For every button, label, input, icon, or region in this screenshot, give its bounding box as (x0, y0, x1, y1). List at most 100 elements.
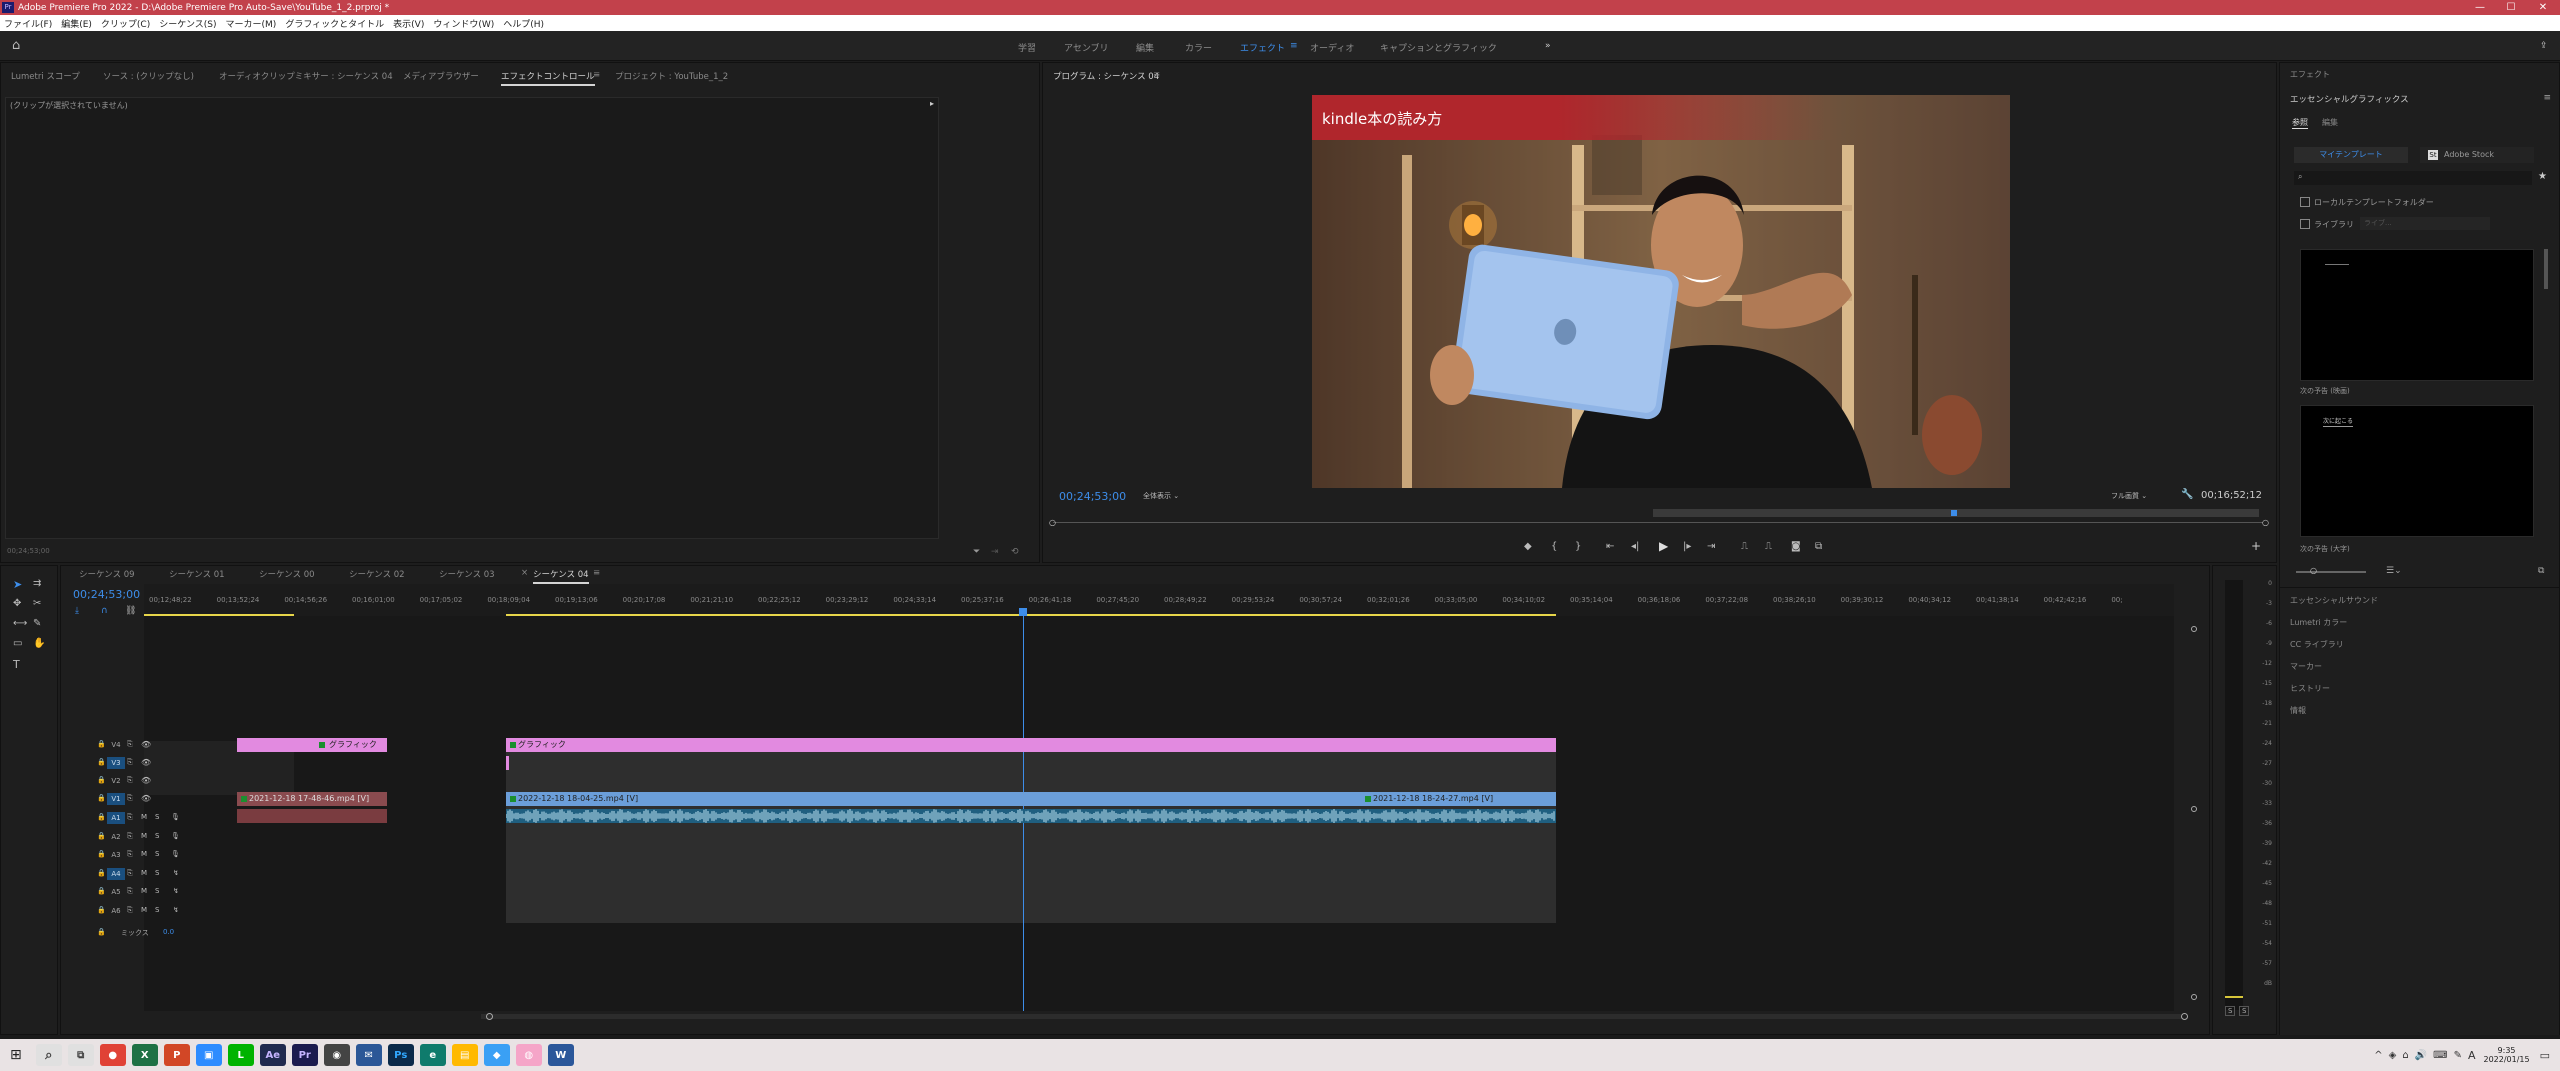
track-eye-icon[interactable]: 👁 (141, 794, 151, 803)
adobe-stock-button[interactable]: St Adobe Stock (2420, 147, 2534, 163)
snap-icon[interactable]: ∩ (101, 606, 108, 616)
play-button[interactable]: ▶ (1659, 539, 1668, 553)
linked-selection-icon[interactable]: ⛓ (125, 606, 136, 616)
tab-audio-clip-mixer[interactable]: オーディオクリップミキサー : シーケンス 04 (219, 70, 393, 82)
step-back-icon[interactable]: ◂| (1631, 541, 1639, 552)
quality-dropdown[interactable]: フル画質 ⌄ (2111, 491, 2171, 503)
track-lock-icon[interactable]: 🔒 (97, 794, 106, 802)
ripple-edit-tool-icon[interactable]: ✥ (13, 598, 21, 609)
tab-seq-09[interactable]: シーケンス 09 (79, 568, 135, 580)
program-zoom-marker[interactable] (1951, 510, 1957, 516)
track-voiceover-icon[interactable]: 🎙 (171, 813, 180, 821)
photoshop-icon[interactable]: Ps (387, 1044, 414, 1066)
workspace-effects[interactable]: エフェクト (1240, 41, 1285, 54)
track-target-a2[interactable]: A2 (107, 831, 125, 843)
tab-seq-00[interactable]: シーケンス 00 (259, 568, 315, 580)
camera-icon[interactable]: ◙ (1791, 541, 1801, 552)
mail-icon[interactable]: ✉ (355, 1044, 382, 1066)
razor-tool-icon[interactable]: ✂ (33, 598, 41, 609)
template-thumb-2[interactable]: 次に起こる (2300, 405, 2534, 537)
sync-lock-icon[interactable]: ⎘ (127, 740, 133, 749)
panel-markers[interactable]: マーカー (2290, 661, 2322, 672)
program-scrub-line[interactable] (1053, 522, 2263, 523)
panel-menu-icon[interactable]: ≡ (593, 70, 600, 80)
panel-lumetri-color[interactable]: Lumetri カラー (2290, 617, 2347, 628)
tab-project[interactable]: プロジェクト : YouTube_1_2 (615, 70, 728, 82)
clip-graphic-v4-b[interactable]: グラフィック (506, 738, 1556, 752)
explorer-icon[interactable]: ▤ (451, 1044, 478, 1066)
track-target-v1[interactable]: V1 (107, 793, 125, 805)
clip-graphic-v4-a[interactable]: グラフィック (237, 738, 387, 752)
track-target-v3[interactable]: V3 (107, 757, 125, 769)
track-lock-icon[interactable]: 🔒 (97, 813, 106, 821)
tab-effect-controls[interactable]: エフェクトコントロール (501, 70, 595, 86)
after-effects-icon[interactable]: Ae (259, 1044, 286, 1066)
track-voiceover-icon[interactable]: ↯ (173, 869, 179, 877)
workspace-menu-icon[interactable]: ≡ (1290, 41, 1298, 51)
tab-edit[interactable]: 編集 (2322, 117, 2338, 128)
go-to-in-icon[interactable]: ⇤ (1606, 541, 1614, 552)
clip-v1-b[interactable]: 2022-12-18 18-04-25.mp4 [V] (506, 792, 1361, 806)
export-frame-icon[interactable]: ⇥ (991, 547, 999, 557)
playhead-handle[interactable] (1019, 608, 1027, 616)
track-eye-icon[interactable]: 👁 (141, 740, 151, 749)
track-mute-button[interactable]: M (141, 813, 147, 821)
program-playhead-timecode[interactable]: 00;24;53;00 (1059, 490, 1126, 503)
ime-indicator[interactable]: A (2468, 1049, 2476, 1062)
sync-lock-icon[interactable]: ⎘ (127, 906, 133, 915)
track-mute-button[interactable]: M (141, 906, 147, 914)
scrub-start-handle[interactable]: ○ (1049, 518, 1056, 527)
zoom-icon[interactable]: ▣ (195, 1044, 222, 1066)
sync-lock-icon[interactable]: ⎘ (127, 832, 133, 841)
track-voiceover-icon[interactable]: ↯ (173, 906, 179, 914)
track-lock-icon[interactable]: 🔒 (97, 758, 106, 766)
minimize-button[interactable]: — (2465, 0, 2495, 15)
track-solo-button[interactable]: S (155, 906, 159, 914)
network-icon[interactable]: ⌂ (2402, 1050, 2408, 1061)
panel-cc-libraries[interactable]: CC ライブラリ (2290, 639, 2344, 650)
app-icon-blue[interactable]: ◆ (483, 1044, 510, 1066)
menu-graphics[interactable]: グラフィックとタイトル (285, 17, 384, 30)
tray-app-icon[interactable]: ◈ (2389, 1050, 2397, 1061)
thumb-size-handle[interactable]: ○ (2310, 566, 2317, 575)
sync-lock-icon[interactable]: ⎘ (127, 887, 133, 896)
track-mute-button[interactable]: M (141, 869, 147, 877)
track-target-a5[interactable]: A5 (107, 886, 125, 898)
track-solo-button[interactable]: S (155, 850, 159, 858)
track-mute-button[interactable]: M (141, 832, 147, 840)
windows-start-icon[interactable]: ⊞ (10, 1047, 22, 1063)
maximize-button[interactable]: ☐ (2496, 0, 2526, 15)
word-icon[interactable]: W (547, 1044, 574, 1066)
chrome-icon[interactable]: ● (99, 1044, 126, 1066)
track-target-a3[interactable]: A3 (107, 849, 125, 861)
thumb-size-slider[interactable] (2296, 571, 2366, 573)
solo-right-button[interactable]: S (2239, 1006, 2250, 1016)
sync-lock-icon[interactable]: ⎘ (127, 850, 133, 859)
tab-browse[interactable]: 参照 (2292, 117, 2308, 129)
pen-tool-icon[interactable]: ✎ (33, 618, 41, 629)
scrub-end-handle[interactable]: ○ (2262, 518, 2269, 527)
time-ruler[interactable]: 00;12;48;22 00;13;52;24 00;14;56;26 00;16;0… (144, 584, 2174, 616)
audio-clip-a1-a[interactable] (237, 809, 387, 823)
track-solo-button[interactable]: S (155, 813, 159, 821)
settings-wrench-icon[interactable]: 🔧 (2181, 489, 2193, 500)
workspace-learn[interactable]: 学習 (1018, 41, 1036, 54)
workspace-audio[interactable]: オーディオ (1310, 41, 1354, 54)
solo-left-button[interactable]: S (2225, 1006, 2236, 1016)
timeline-playhead-timecode[interactable]: 00;24;53;00 (73, 588, 140, 601)
premiere-icon[interactable]: Pr (291, 1044, 318, 1066)
library-checkbox[interactable] (2300, 219, 2310, 229)
mark-out-icon[interactable]: } (1575, 541, 1581, 552)
templates-scrollbar[interactable] (2544, 249, 2548, 289)
vscroll-handle-mid[interactable] (2191, 806, 2197, 812)
horizontal-scrollbar[interactable] (481, 1014, 2181, 1019)
mix-lock-icon[interactable]: 🔒 (97, 928, 106, 936)
volume-icon[interactable]: 🔊 (2415, 1050, 2427, 1061)
clip-v1-a[interactable]: 2021-12-18 17-48-46.mp4 [V] (237, 792, 387, 806)
vscroll-handle-bottom[interactable] (2191, 994, 2197, 1000)
fit-dropdown[interactable]: 全体表示 ⌄ (1143, 491, 1203, 503)
tab-seq-04[interactable]: シーケンス 04 (533, 568, 589, 584)
task-view-icon[interactable]: ⧉ (67, 1044, 94, 1066)
tab-media-browser[interactable]: メディアブラウザー (403, 70, 479, 82)
track-solo-button[interactable]: S (155, 869, 159, 877)
